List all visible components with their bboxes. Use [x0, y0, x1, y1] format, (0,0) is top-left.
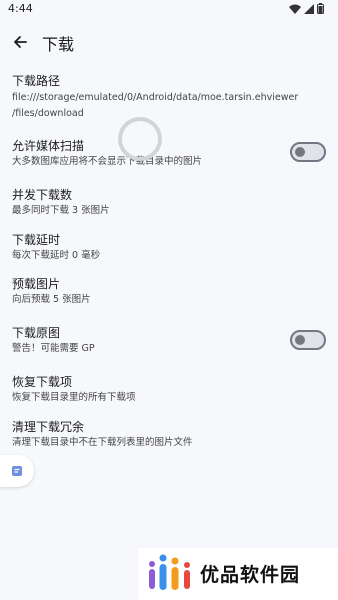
status-icons — [289, 3, 324, 14]
toggle-thumb — [295, 147, 305, 157]
setting-title: 清理下载冗余 — [12, 420, 85, 434]
media-scan-toggle[interactable] — [290, 142, 326, 162]
setting-summary: 恢复下载目录里的所有下载项 — [12, 392, 136, 403]
loading-spinner — [118, 117, 162, 161]
status-bar: 4:44 — [0, 0, 338, 18]
app-bar: 下载 — [0, 24, 338, 60]
setting-title: 恢复下载项 — [12, 375, 73, 389]
arrow-back-icon — [14, 36, 27, 48]
status-time: 4:44 — [8, 2, 33, 15]
setting-title: 下载原图 — [12, 326, 61, 340]
setting-download-original[interactable]: 下载原图 警告！可能需要 GP — [12, 325, 328, 356]
setting-allow-media-scan[interactable]: 允许媒体扫描 大多数图库应用将不会显示下载目录中的图片 — [12, 138, 328, 169]
toggle-thumb — [295, 335, 305, 345]
download-path-line: /files/download — [12, 108, 84, 119]
signal-icon — [304, 3, 314, 14]
setting-summary: 向后预载 5 张图片 — [12, 294, 91, 305]
setting-title: 允许媒体扫描 — [12, 139, 85, 153]
download-original-toggle[interactable] — [290, 330, 326, 350]
setting-title: 下载延时 — [12, 233, 61, 247]
battery-icon — [317, 3, 324, 14]
setting-summary: 每次下载延时 0 毫秒 — [12, 250, 101, 261]
setting-download-path[interactable]: 下载路径 file:///storage/emulated/0/Android/… — [12, 73, 328, 121]
watermark-logo: 优品软件园 — [138, 548, 338, 600]
setting-title: 下载路径 — [12, 74, 61, 88]
setting-summary: 清理下载目录中不在下载列表里的图片文件 — [12, 437, 193, 448]
note-icon — [12, 466, 22, 476]
download-path-line: file:///storage/emulated/0/Android/data/… — [12, 92, 299, 103]
setting-title: 预载图片 — [12, 277, 61, 291]
setting-summary: 最多同时下载 3 张图片 — [12, 205, 110, 216]
wifi-icon — [289, 4, 301, 14]
setting-title: 并发下载数 — [12, 188, 73, 202]
setting-summary: 警告！可能需要 GP — [12, 343, 95, 354]
setting-preload-images[interactable]: 预载图片 向后预载 5 张图片 — [12, 276, 328, 307]
setting-concurrent-downloads[interactable]: 并发下载数 最多同时下载 3 张图片 — [12, 187, 328, 218]
watermark-text: 优品软件园 — [200, 564, 301, 586]
setting-clean-redundancy[interactable]: 清理下载冗余 清理下载目录中不在下载列表里的图片文件 — [12, 419, 328, 450]
setting-restore-downloads[interactable]: 恢复下载项 恢复下载目录里的所有下载项 — [12, 374, 328, 405]
back-button[interactable] — [8, 30, 32, 54]
page-title: 下载 — [42, 35, 75, 54]
setting-download-delay[interactable]: 下载延时 每次下载延时 0 毫秒 — [12, 232, 328, 263]
setting-summary: 大多数图库应用将不会显示下载目录中的图片 — [12, 156, 203, 167]
logo-figures-icon — [149, 554, 190, 590]
floating-side-button[interactable] — [0, 455, 34, 487]
